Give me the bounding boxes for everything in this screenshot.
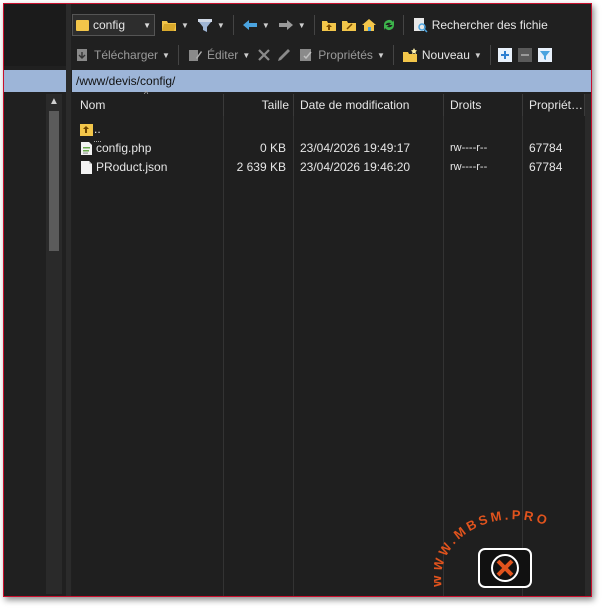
- list-item[interactable]: PRoduct.json 2 639 KB 23/04/2026 19:46:2…: [72, 158, 591, 177]
- chevron-down-icon[interactable]: ▼: [162, 51, 170, 60]
- column-divider[interactable]: [443, 94, 444, 116]
- folder-up-icon: [80, 124, 93, 136]
- file-rights: rw----r--: [450, 142, 488, 154]
- toolbar-separator: [313, 15, 315, 35]
- grid-line: [223, 116, 224, 596]
- pane-divider[interactable]: [66, 4, 71, 596]
- column-size[interactable]: Taille: [223, 94, 289, 116]
- chevron-down-icon[interactable]: ▼: [242, 51, 250, 60]
- folder-icon: [76, 19, 89, 31]
- main-toolbar: config ▼ ▼ ▼ ▼ ▼ Rechercher des fichie: [72, 12, 550, 38]
- new-button[interactable]: Nouveau ▼: [400, 44, 484, 66]
- sort-asc-icon: ^: [144, 89, 149, 99]
- column-rights[interactable]: Droits: [450, 94, 481, 116]
- file-rights: rw----r--: [450, 161, 488, 173]
- back-button[interactable]: ▼: [240, 14, 272, 36]
- toolbar-separator: [232, 15, 234, 35]
- new-label: Nouveau: [421, 48, 470, 62]
- location-dropdown[interactable]: config ▼: [72, 14, 155, 36]
- column-owner[interactable]: Propriét…: [529, 94, 583, 116]
- column-date[interactable]: Date de modification: [300, 94, 409, 116]
- properties-label: Propriétés: [318, 48, 373, 62]
- chevron-down-icon[interactable]: ▼: [377, 51, 385, 60]
- column-name[interactable]: Nom: [80, 94, 105, 116]
- download-label: Télécharger: [94, 48, 159, 62]
- new-folder-icon: [402, 48, 417, 62]
- location-label: config: [93, 18, 126, 32]
- download-icon: [77, 49, 87, 61]
- toolbar-separator: [177, 45, 179, 65]
- properties-icon: [300, 49, 312, 61]
- filter-icon: [197, 19, 212, 32]
- file-owner: 67784: [529, 141, 563, 155]
- list-item[interactable]: ..: [72, 120, 591, 142]
- open-folder-icon: [162, 21, 176, 31]
- local-toolbar-area: [4, 4, 66, 66]
- chevron-down-icon[interactable]: ▼: [181, 21, 189, 30]
- file-name: config.php: [96, 141, 152, 155]
- scroll-up-icon[interactable]: ▲: [46, 94, 62, 110]
- root-folder-icon[interactable]: [341, 17, 357, 33]
- php-file-icon: [81, 142, 92, 155]
- toolbar-separator: [402, 15, 404, 35]
- properties-button[interactable]: Propriétés ▼: [296, 44, 387, 66]
- app-window: ▲ config ▼ ▼ ▼ ▼ ▼ Rechercher des fichie…: [3, 3, 592, 597]
- column-header: Nom ^ Taille Date de modification Droits…: [72, 89, 591, 116]
- filter-button[interactable]: ▼: [195, 14, 227, 36]
- file-size: 2 639 KB: [236, 160, 286, 174]
- search-files-button[interactable]: Rechercher des fichie: [410, 14, 550, 36]
- column-divider[interactable]: [293, 94, 294, 116]
- grid-line: [293, 116, 294, 596]
- chevron-down-icon[interactable]: ▼: [217, 21, 225, 30]
- filter-icon[interactable]: [537, 47, 553, 63]
- file-size: 0 KB: [259, 141, 286, 155]
- remote-path-bar[interactable]: /www/devis/config/: [72, 70, 591, 92]
- file-owner: 67784: [529, 160, 563, 174]
- chevron-down-icon[interactable]: ▼: [298, 21, 306, 30]
- edit-button[interactable]: Éditer ▼: [185, 44, 252, 66]
- file-toolbar: Télécharger ▼ Éditer ▼ Propriétés ▼ Nouv…: [72, 42, 553, 68]
- download-button[interactable]: Télécharger ▼: [72, 44, 172, 66]
- column-divider[interactable]: [223, 94, 224, 116]
- chevron-down-icon[interactable]: ▼: [262, 21, 270, 30]
- search-files-label: Rechercher des fichie: [431, 18, 548, 32]
- local-scrollbar[interactable]: ▲: [46, 94, 62, 594]
- rename-icon[interactable]: [276, 47, 292, 63]
- back-arrow-icon: [242, 20, 257, 30]
- open-folder-button[interactable]: ▼: [159, 14, 191, 36]
- toolbar-separator: [489, 45, 491, 65]
- column-divider[interactable]: [522, 94, 523, 116]
- file-name: PRoduct.json: [96, 160, 168, 174]
- toolbar-separator: [392, 45, 394, 65]
- add-icon[interactable]: [497, 47, 513, 63]
- list-item[interactable]: config.php 0 KB 23/04/2026 19:49:17 rw--…: [72, 139, 591, 158]
- json-file-icon: [81, 161, 92, 174]
- remove-icon[interactable]: [517, 47, 533, 63]
- parent-folder-icon[interactable]: [321, 17, 337, 33]
- local-path-bar[interactable]: [4, 70, 66, 92]
- refresh-icon[interactable]: [381, 17, 397, 33]
- chevron-down-icon[interactable]: ▼: [143, 21, 151, 30]
- search-files-icon: [413, 18, 428, 33]
- edit-icon: [188, 50, 202, 61]
- forward-arrow-icon: [278, 20, 293, 30]
- chevron-down-icon[interactable]: ▼: [474, 51, 482, 60]
- watermark-logo: WWW.MBSM.PRO: [434, 509, 549, 588]
- file-date: 23/04/2026 19:49:17: [300, 141, 411, 155]
- edit-label: Éditer: [206, 48, 239, 62]
- home-icon[interactable]: [361, 17, 377, 33]
- file-date: 23/04/2026 19:46:20: [300, 160, 411, 174]
- scrollbar-thumb[interactable]: [49, 111, 59, 251]
- forward-button[interactable]: ▼: [276, 14, 308, 36]
- local-pane: ▲: [4, 4, 66, 596]
- delete-icon[interactable]: [256, 47, 272, 63]
